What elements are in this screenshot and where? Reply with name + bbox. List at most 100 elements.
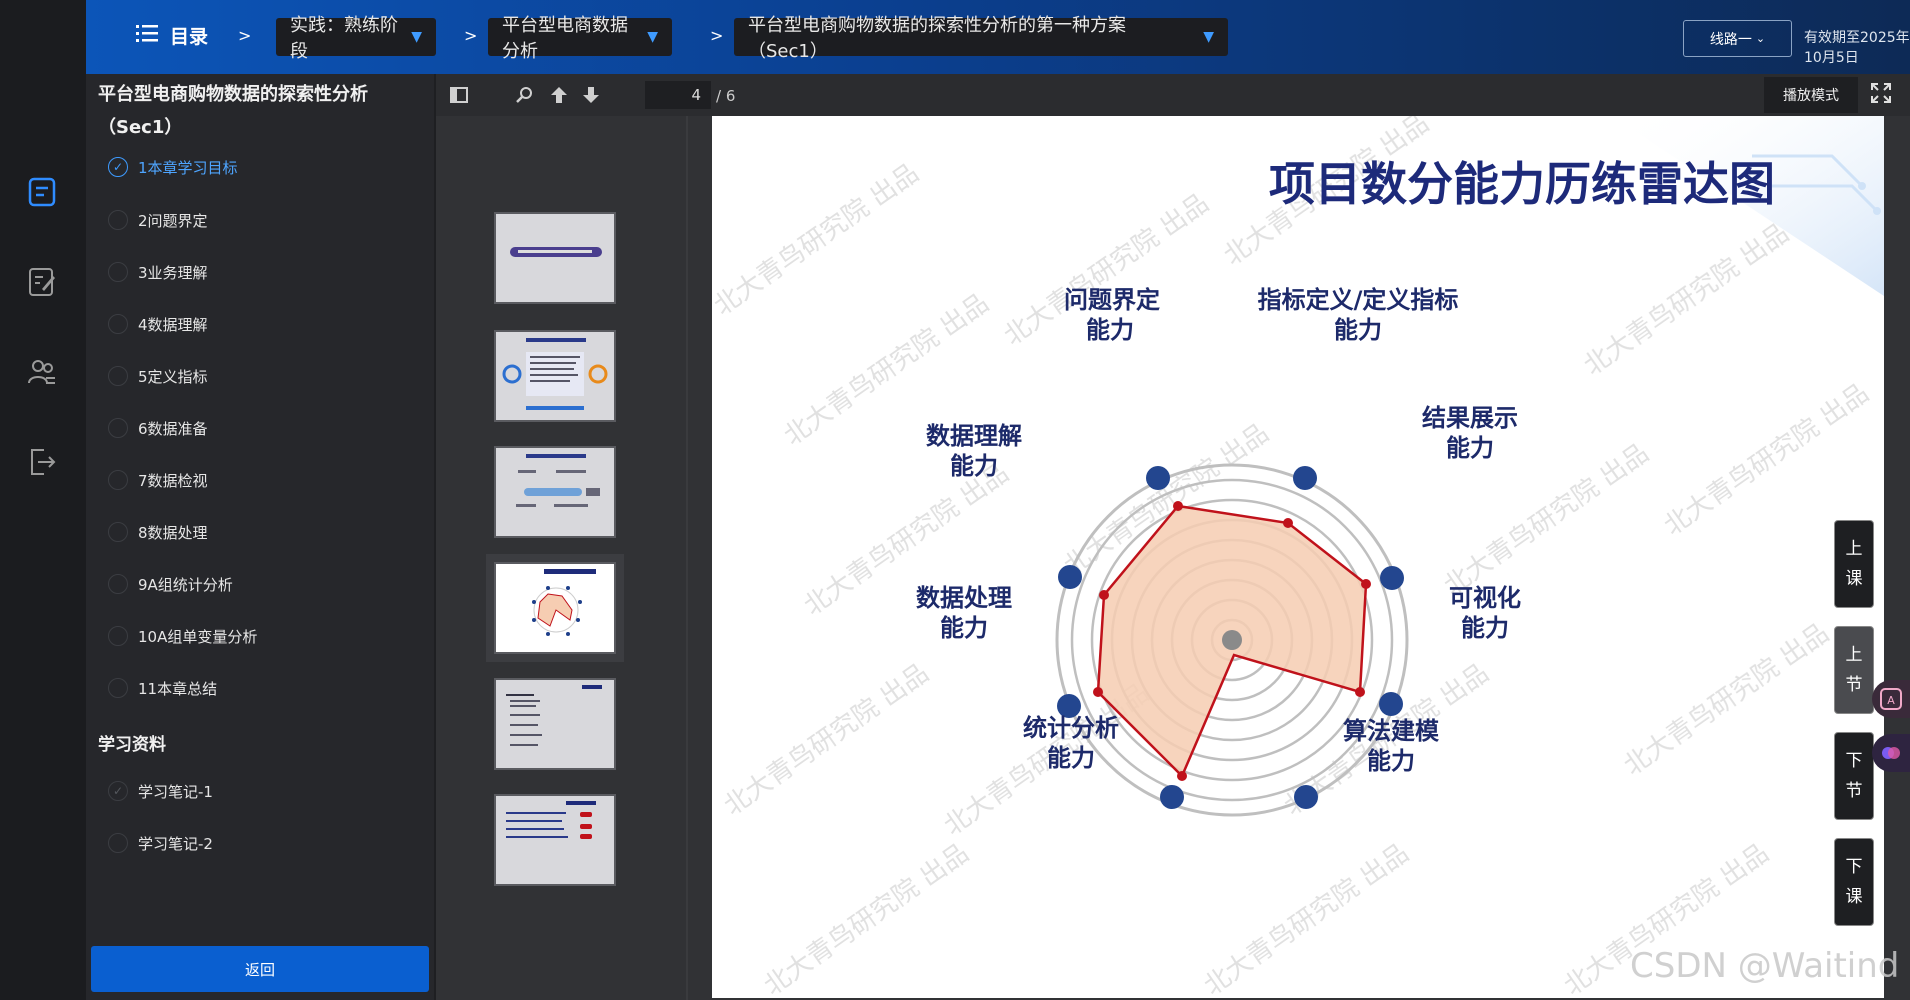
toc-item[interactable]: 5定义指标 xyxy=(108,361,208,391)
breadcrumb-stage[interactable]: 实践：熟练阶段 ▼ xyxy=(276,15,436,62)
svg-text:A: A xyxy=(1887,694,1895,707)
toc-title: 平台型电商购物数据的探索性分析（Sec1） xyxy=(98,84,368,138)
watermark-text: 北大青鸟研究院 出品 xyxy=(1579,218,1795,382)
toc-item[interactable]: 6数据准备 xyxy=(108,413,208,443)
presentation-mode-button[interactable]: 播放模式 xyxy=(1764,77,1858,113)
people-icon[interactable] xyxy=(22,352,62,392)
radar-slide: 北大青鸟研究院 出品 北大青鸟研究院 出品 北大青鸟研究院 出品 北大青鸟研究院… xyxy=(712,116,1884,998)
menu-label: 目录 xyxy=(170,26,209,48)
material-label: 学习笔记-1 xyxy=(138,782,213,801)
toc-item[interactable]: 2问题界定 xyxy=(108,205,208,235)
axis-label-metric: 指标定义/定义指标 xyxy=(1258,286,1459,314)
axis-label-statistics-2: 能力 xyxy=(1047,744,1095,772)
circle-icon xyxy=(108,626,128,646)
nav-char: 下 xyxy=(1845,857,1863,877)
page-down-icon[interactable] xyxy=(578,82,604,108)
csdn-watermark: CSDN @Waitind xyxy=(1630,946,1900,986)
watermark-text: 北大青鸟研究院 出品 xyxy=(1199,838,1415,998)
page-thumbnail[interactable] xyxy=(494,678,616,770)
toc-item-label: 2问题界定 xyxy=(138,211,208,230)
page-thumbnail[interactable] xyxy=(494,446,616,538)
axis-label-statistics: 统计分析 xyxy=(1023,714,1119,742)
material-item[interactable]: 学习笔记-2 xyxy=(108,828,213,858)
breadcrumb-separator: > xyxy=(238,26,252,45)
toc-item-label: 7数据检视 xyxy=(138,471,208,490)
icon-rail xyxy=(0,0,86,1000)
breadcrumb-chapter[interactable]: 平台型电商购物数据的探索性分析的第一种方案（Sec1） ▼ xyxy=(734,15,1228,62)
page-thumbnail[interactable] xyxy=(494,212,616,304)
toc-item[interactable]: 3业务理解 xyxy=(108,257,208,287)
toc-item-label: 6数据准备 xyxy=(138,419,208,438)
toc-item[interactable]: 7数据检视 xyxy=(108,465,208,495)
caret-down-icon: ▼ xyxy=(647,29,658,45)
chevron-down-icon: ⌄ xyxy=(1755,32,1766,45)
nav-char: 节 xyxy=(1845,675,1863,695)
caret-down-icon: ▼ xyxy=(1203,29,1214,45)
toc-item-label: 3业务理解 xyxy=(138,263,208,282)
circle-icon xyxy=(108,574,128,594)
caret-down-icon: ▼ xyxy=(411,29,422,45)
ai-assistant-icon[interactable] xyxy=(1872,734,1910,772)
page-number-input[interactable]: 4 xyxy=(645,81,711,109)
watermark-text: 北大青鸟研究院 出品 xyxy=(759,838,975,998)
search-icon[interactable] xyxy=(512,82,538,108)
exit-icon[interactable] xyxy=(22,442,62,482)
next-lesson-button[interactable]: 下课 xyxy=(1834,838,1874,926)
viewer-toolbar: 4 / 6 播放模式 xyxy=(436,74,1910,116)
circle-icon xyxy=(108,522,128,542)
sidebar-toggle-icon[interactable] xyxy=(446,82,472,108)
back-button[interactable]: 返回 xyxy=(91,946,429,992)
watermark-text: 北大青鸟研究院 出品 xyxy=(1659,378,1875,542)
next-section-button[interactable]: 下节 xyxy=(1834,732,1874,820)
axis-label-result-2: 能力 xyxy=(1446,434,1494,462)
materials-heading: 学习资料 xyxy=(98,735,166,755)
watermark-text: 北大青鸟研究院 出品 xyxy=(1439,438,1655,602)
toc-item[interactable]: 11本章总结 xyxy=(108,673,217,703)
expiry-text: 有效期至2025年10月5日 xyxy=(1804,30,1910,66)
axis-label-understanding-2: 能力 xyxy=(950,452,998,480)
watermark-text: 北大青鸟研究院 出品 xyxy=(1619,618,1835,782)
toc-item-label: 1本章学习目标 xyxy=(138,158,238,177)
slide-title: 项目数分能力历练雷达图 xyxy=(1269,157,1775,211)
page-thumbnail-current[interactable] xyxy=(486,554,624,662)
breadcrumb-label: 实践：熟练阶段 xyxy=(290,15,398,62)
toc-item-label: 4数据理解 xyxy=(138,315,208,334)
toc-item[interactable]: ✓ 1本章学习目标 xyxy=(108,152,238,182)
axis-label-visualization-2: 能力 xyxy=(1461,614,1509,642)
page-total: / 6 xyxy=(716,87,736,105)
page-up-icon[interactable] xyxy=(546,82,572,108)
circle-icon xyxy=(108,678,128,698)
axis-label-problem-2: 能力 xyxy=(1086,316,1134,344)
toc-item[interactable]: 4数据理解 xyxy=(108,309,208,339)
toc-item-label: 11本章总结 xyxy=(138,679,218,698)
toc-item[interactable]: 8数据处理 xyxy=(108,517,208,547)
axis-label-processing-2: 能力 xyxy=(940,614,988,642)
page-thumbnail[interactable] xyxy=(494,794,616,886)
breadcrumb-label: 平台型电商数据分析 xyxy=(502,15,628,62)
prev-lesson-button[interactable]: 上课 xyxy=(1834,520,1874,608)
toc-menu-button[interactable]: 目录 xyxy=(136,22,208,49)
nav-char: 课 xyxy=(1845,569,1863,589)
circle-icon xyxy=(108,418,128,438)
toc-item-label: 5定义指标 xyxy=(138,367,208,386)
page-thumbnail[interactable] xyxy=(494,330,616,422)
material-item[interactable]: ✓ 学习笔记-1 xyxy=(108,776,213,806)
axis-label-algorithm: 算法建模 xyxy=(1343,717,1440,745)
check-circle-icon: ✓ xyxy=(108,157,128,177)
toc-item[interactable]: 9A组统计分析 xyxy=(108,569,233,599)
toc-item-label: 10A组单变量分析 xyxy=(138,627,258,646)
edit-note-icon[interactable] xyxy=(22,262,62,302)
nav-char: 课 xyxy=(1845,887,1863,907)
breadcrumb-course[interactable]: 平台型电商数据分析 ▼ xyxy=(488,15,672,62)
axis-label-understanding: 数据理解 xyxy=(926,422,1022,450)
circle-icon xyxy=(108,833,128,853)
document-icon[interactable] xyxy=(22,172,62,212)
toc-item[interactable]: 10A组单变量分析 xyxy=(108,621,257,651)
fullscreen-icon[interactable] xyxy=(1870,82,1896,108)
prev-section-button[interactable]: 上节 xyxy=(1834,626,1874,714)
axis-label-metric-2: 能力 xyxy=(1334,316,1382,344)
route-select-button[interactable]: 线路一 ⌄ xyxy=(1683,20,1792,57)
nav-char: 节 xyxy=(1845,781,1863,801)
slide-canvas: 北大青鸟研究院 出品 北大青鸟研究院 出品 北大青鸟研究院 出品 北大青鸟研究院… xyxy=(712,116,1884,998)
translate-icon[interactable]: A xyxy=(1872,680,1910,718)
